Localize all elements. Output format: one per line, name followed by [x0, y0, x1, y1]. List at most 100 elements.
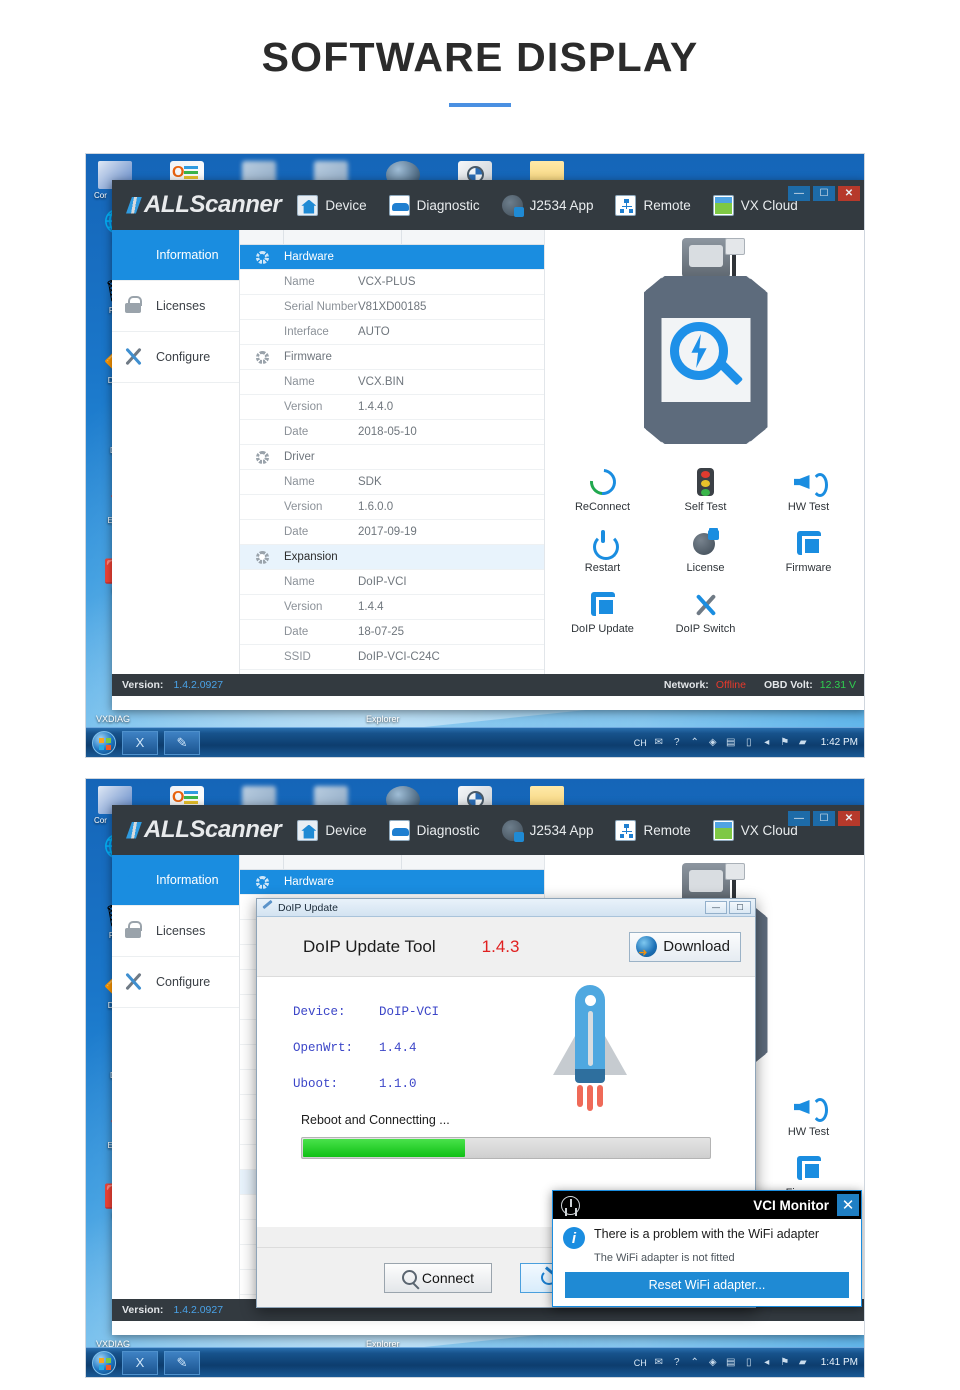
tray-language[interactable]: CH: [634, 738, 647, 748]
flag-icon[interactable]: ⚑: [779, 1357, 791, 1369]
action-doip-switch[interactable]: DoIP Switch: [654, 588, 757, 635]
nav-item-remote[interactable]: Remote: [615, 819, 691, 841]
vci-message-heading: There is a problem with the WiFi adapter: [594, 1227, 820, 1241]
table-row: Name VCX-PLUS: [240, 270, 544, 295]
row-value: 1.6.0.0: [358, 501, 394, 513]
action-hw-test[interactable]: HW Test: [757, 466, 860, 513]
window-controls: — ☐ ✕: [788, 811, 860, 826]
shield-icon[interactable]: ◈: [707, 1357, 719, 1369]
action-label: Firmware: [785, 562, 832, 574]
nav-item-diagnostic[interactable]: Diagnostic: [388, 819, 480, 841]
taskbar-button-excel[interactable]: X: [122, 730, 158, 755]
table-group-row[interactable]: Hardware: [240, 870, 544, 895]
sidebar-item-licenses[interactable]: Licenses: [112, 906, 239, 957]
gear-icon: [240, 350, 284, 364]
table-column-headers: [240, 855, 544, 870]
minimize-button[interactable]: —: [788, 811, 810, 826]
connect-button[interactable]: Connect: [384, 1262, 492, 1293]
battery-icon[interactable]: ▯: [743, 737, 755, 749]
sidebar-item-label: Information: [156, 873, 219, 887]
doip-field-device: Device: DoIP-VCI: [293, 1005, 755, 1019]
maximize-button[interactable]: ☐: [813, 186, 835, 201]
magnifier-icon: [401, 1270, 417, 1285]
table-row: Name DoIP-VCI: [240, 570, 544, 595]
help-icon[interactable]: ?: [671, 737, 683, 749]
row-value: VCX-PLUS: [358, 276, 416, 288]
volume-icon[interactable]: ◂: [761, 737, 773, 749]
network-icon[interactable]: ▰: [797, 1357, 809, 1369]
action-firmware[interactable]: Firmware: [757, 527, 860, 574]
network-icon[interactable]: ▰: [797, 737, 809, 749]
taskbar-button-app[interactable]: ✎: [164, 1350, 200, 1375]
nav-item-j2534-app[interactable]: J2534 App: [501, 819, 593, 842]
maximize-button[interactable]: ☐: [813, 811, 835, 826]
chip-icon: [551, 588, 654, 620]
row-value: 2017-09-19: [358, 526, 417, 538]
app-titlebar: ALLScanner Device Diagnostic J2534 App R…: [112, 805, 864, 855]
tools-icon: [124, 972, 144, 992]
mail-icon[interactable]: ✉: [653, 1357, 665, 1369]
table-group-row[interactable]: Firmware: [240, 345, 544, 370]
action-hw-test[interactable]: HW Test: [757, 1091, 860, 1138]
start-button[interactable]: [92, 730, 116, 755]
battery-icon[interactable]: ▯: [743, 1357, 755, 1369]
download-button[interactable]: Download: [629, 931, 741, 962]
action-reconnect[interactable]: ReConnect: [551, 463, 654, 513]
nav-label: Remote: [643, 822, 691, 838]
reset-wifi-adapter-button[interactable]: Reset WiFi adapter...: [565, 1272, 849, 1298]
close-button[interactable]: ✕: [838, 186, 860, 201]
printer-icon[interactable]: ▤: [725, 737, 737, 749]
minimize-button[interactable]: —: [788, 186, 810, 201]
action-self-test[interactable]: Self Test: [654, 466, 757, 513]
speaker-icon: [757, 1091, 860, 1123]
close-icon[interactable]: ✕: [837, 1194, 859, 1216]
row-key: Version: [284, 401, 323, 413]
nav-item-device[interactable]: Device: [297, 194, 367, 216]
sidebar-item-licenses[interactable]: Licenses: [112, 281, 239, 332]
printer-icon[interactable]: ▤: [725, 1357, 737, 1369]
brand-mark-icon: [126, 821, 142, 839]
table-group-row[interactable]: Driver: [240, 445, 544, 470]
action-license[interactable]: License: [654, 527, 757, 574]
sidebar-item-configure[interactable]: Configure: [112, 332, 239, 383]
nav-item-vx-cloud[interactable]: VX Cloud: [712, 819, 798, 841]
action-label: License: [686, 562, 725, 574]
info-table: Hardware Name VCX-PLUS Serial Number V81…: [240, 230, 545, 674]
mail-icon[interactable]: ✉: [653, 737, 665, 749]
sidebar-item-information[interactable]: Information: [112, 855, 239, 906]
nav-item-j2534-app[interactable]: J2534 App: [501, 194, 593, 217]
tray-language[interactable]: CH: [634, 1358, 647, 1368]
doip-maximize-button[interactable]: ☐: [729, 901, 751, 914]
taskbar-button-app[interactable]: ✎: [164, 730, 200, 755]
doip-minimize-button[interactable]: —: [705, 901, 727, 914]
table-group-row[interactable]: Expansion: [240, 545, 544, 570]
nav-item-device[interactable]: Device: [297, 819, 367, 841]
taskbar-clock[interactable]: 1:42 PM: [821, 737, 858, 748]
nav-item-remote[interactable]: Remote: [615, 194, 691, 216]
row-value: 1.4.4.0: [358, 401, 394, 413]
start-button[interactable]: [92, 1350, 116, 1375]
action-restart[interactable]: Restart: [551, 527, 654, 574]
nav-item-vx-cloud[interactable]: VX Cloud: [712, 194, 798, 216]
device-panel: ReConnect Self Test HW Test Restart: [545, 230, 864, 674]
network-icon: [615, 819, 637, 841]
volume-icon[interactable]: ◂: [761, 1357, 773, 1369]
close-button[interactable]: ✕: [838, 811, 860, 826]
help-icon[interactable]: ?: [671, 1357, 683, 1369]
table-group-row[interactable]: Hardware: [240, 245, 544, 270]
shield-icon[interactable]: ◈: [707, 737, 719, 749]
sidebar-item-configure[interactable]: Configure: [112, 957, 239, 1008]
flag-icon[interactable]: ⚑: [779, 737, 791, 749]
action-center-icon[interactable]: ⌃: [689, 1357, 701, 1369]
action-center-icon[interactable]: ⌃: [689, 737, 701, 749]
row-value: 1.4.4: [358, 601, 384, 613]
desktop-icon-label: Cor: [94, 816, 107, 825]
nav-item-diagnostic[interactable]: Diagnostic: [388, 194, 480, 216]
row-key: SSID: [284, 651, 311, 663]
row-value: 18-07-25: [358, 626, 405, 638]
taskbar-button-excel[interactable]: X: [122, 1350, 158, 1375]
action-doip-update[interactable]: DoIP Update: [551, 588, 654, 635]
sidebar-item-information[interactable]: Information: [112, 230, 239, 281]
taskbar-clock[interactable]: 1:41 PM: [821, 1357, 858, 1368]
app-nav: Device Diagnostic J2534 App Remote VX Cl…: [297, 819, 798, 842]
